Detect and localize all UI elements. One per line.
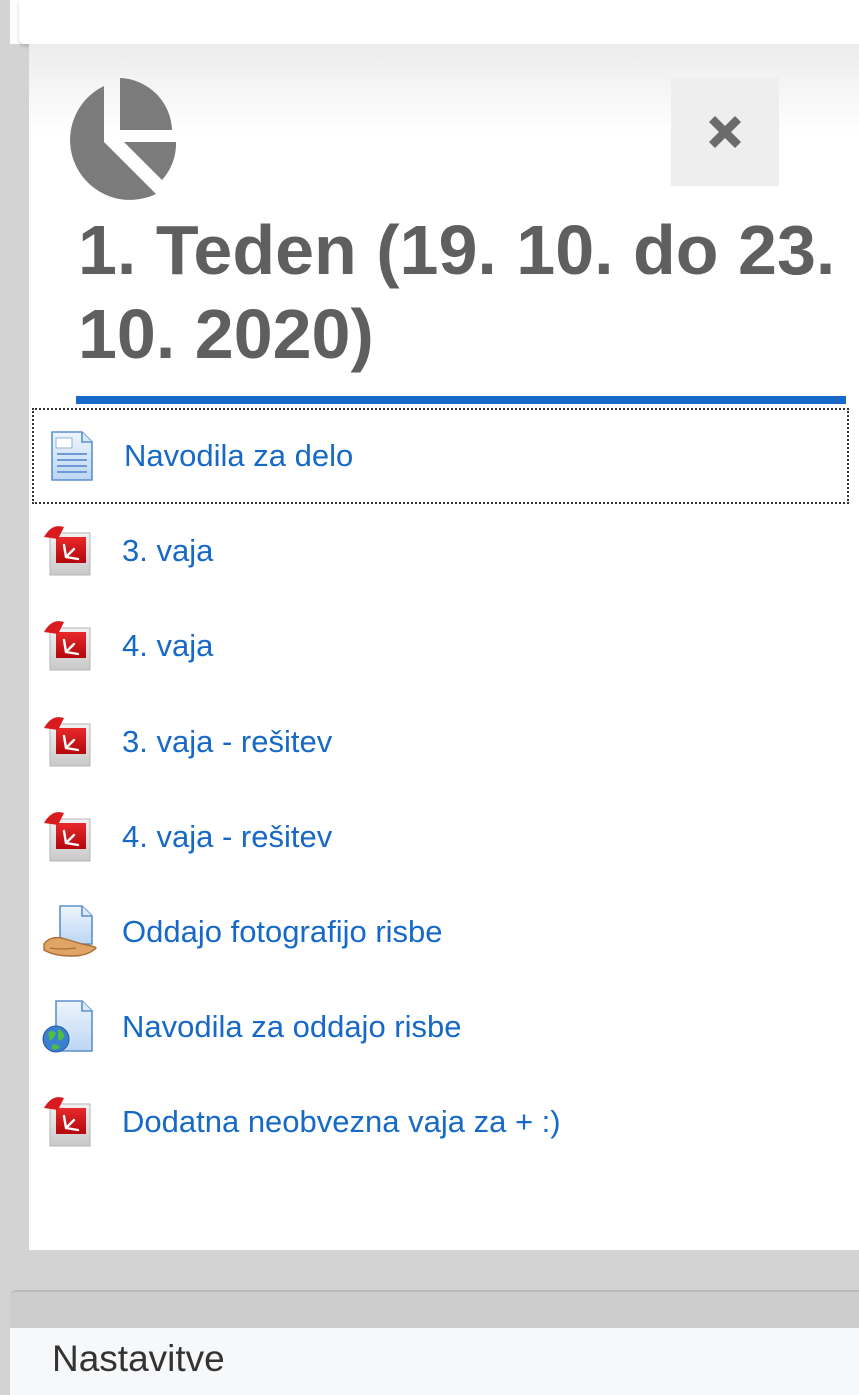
activity-label[interactable]: Navodila za oddajo risbe — [122, 1009, 462, 1045]
activity-4-vaja-resitev[interactable]: 4. vaja - rešitev — [32, 789, 849, 885]
section-title: 1. Teden (19. 10. do 23. 10. 2020) — [78, 211, 836, 373]
activity-label[interactable]: 3. vaja — [122, 533, 213, 569]
page-icon — [44, 428, 100, 484]
pdf-icon — [42, 809, 98, 865]
url-icon — [42, 999, 98, 1055]
activity-label[interactable]: Dodatna neobvezna vaja za + :) — [122, 1104, 561, 1140]
pdf-icon — [42, 523, 98, 579]
settings-row[interactable]: Nastavitve — [10, 1328, 859, 1395]
header-card — [19, 0, 859, 44]
drawer-handle — [10, 1290, 859, 1330]
activity-oddajo-fotografijo-risbe[interactable]: Oddajo fotografijo risbe — [32, 884, 849, 980]
pdf-icon — [42, 618, 98, 674]
close-icon — [709, 116, 741, 148]
activity-4-vaja[interactable]: 4. vaja — [32, 598, 849, 694]
settings-label[interactable]: Nastavitve — [52, 1338, 225, 1380]
activity-navodila-za-delo[interactable]: Navodila za delo — [32, 408, 849, 504]
title-underline — [76, 396, 846, 404]
activity-label[interactable]: 4. vaja - rešitev — [122, 819, 332, 855]
activity-navodila-za-oddajo-risbe[interactable]: Navodila za oddajo risbe — [32, 979, 849, 1075]
activity-dodatna-neobvezna-vaja[interactable]: Dodatna neobvezna vaja za + :) — [32, 1074, 849, 1170]
activity-3-vaja-resitev[interactable]: 3. vaja - rešitev — [32, 694, 849, 790]
activity-3-vaja[interactable]: 3. vaja — [32, 503, 849, 599]
activity-label[interactable]: 3. vaja - rešitev — [122, 724, 332, 760]
left-gutter — [0, 0, 10, 44]
pdf-icon — [42, 1094, 98, 1150]
pie-chart-icon — [70, 78, 176, 200]
activity-label[interactable]: Navodila za delo — [124, 438, 353, 474]
assignment-icon — [42, 904, 98, 960]
close-button[interactable] — [671, 78, 779, 186]
activity-label[interactable]: 4. vaja — [122, 628, 213, 664]
activity-label[interactable]: Oddajo fotografijo risbe — [122, 914, 443, 950]
pdf-icon — [42, 714, 98, 770]
